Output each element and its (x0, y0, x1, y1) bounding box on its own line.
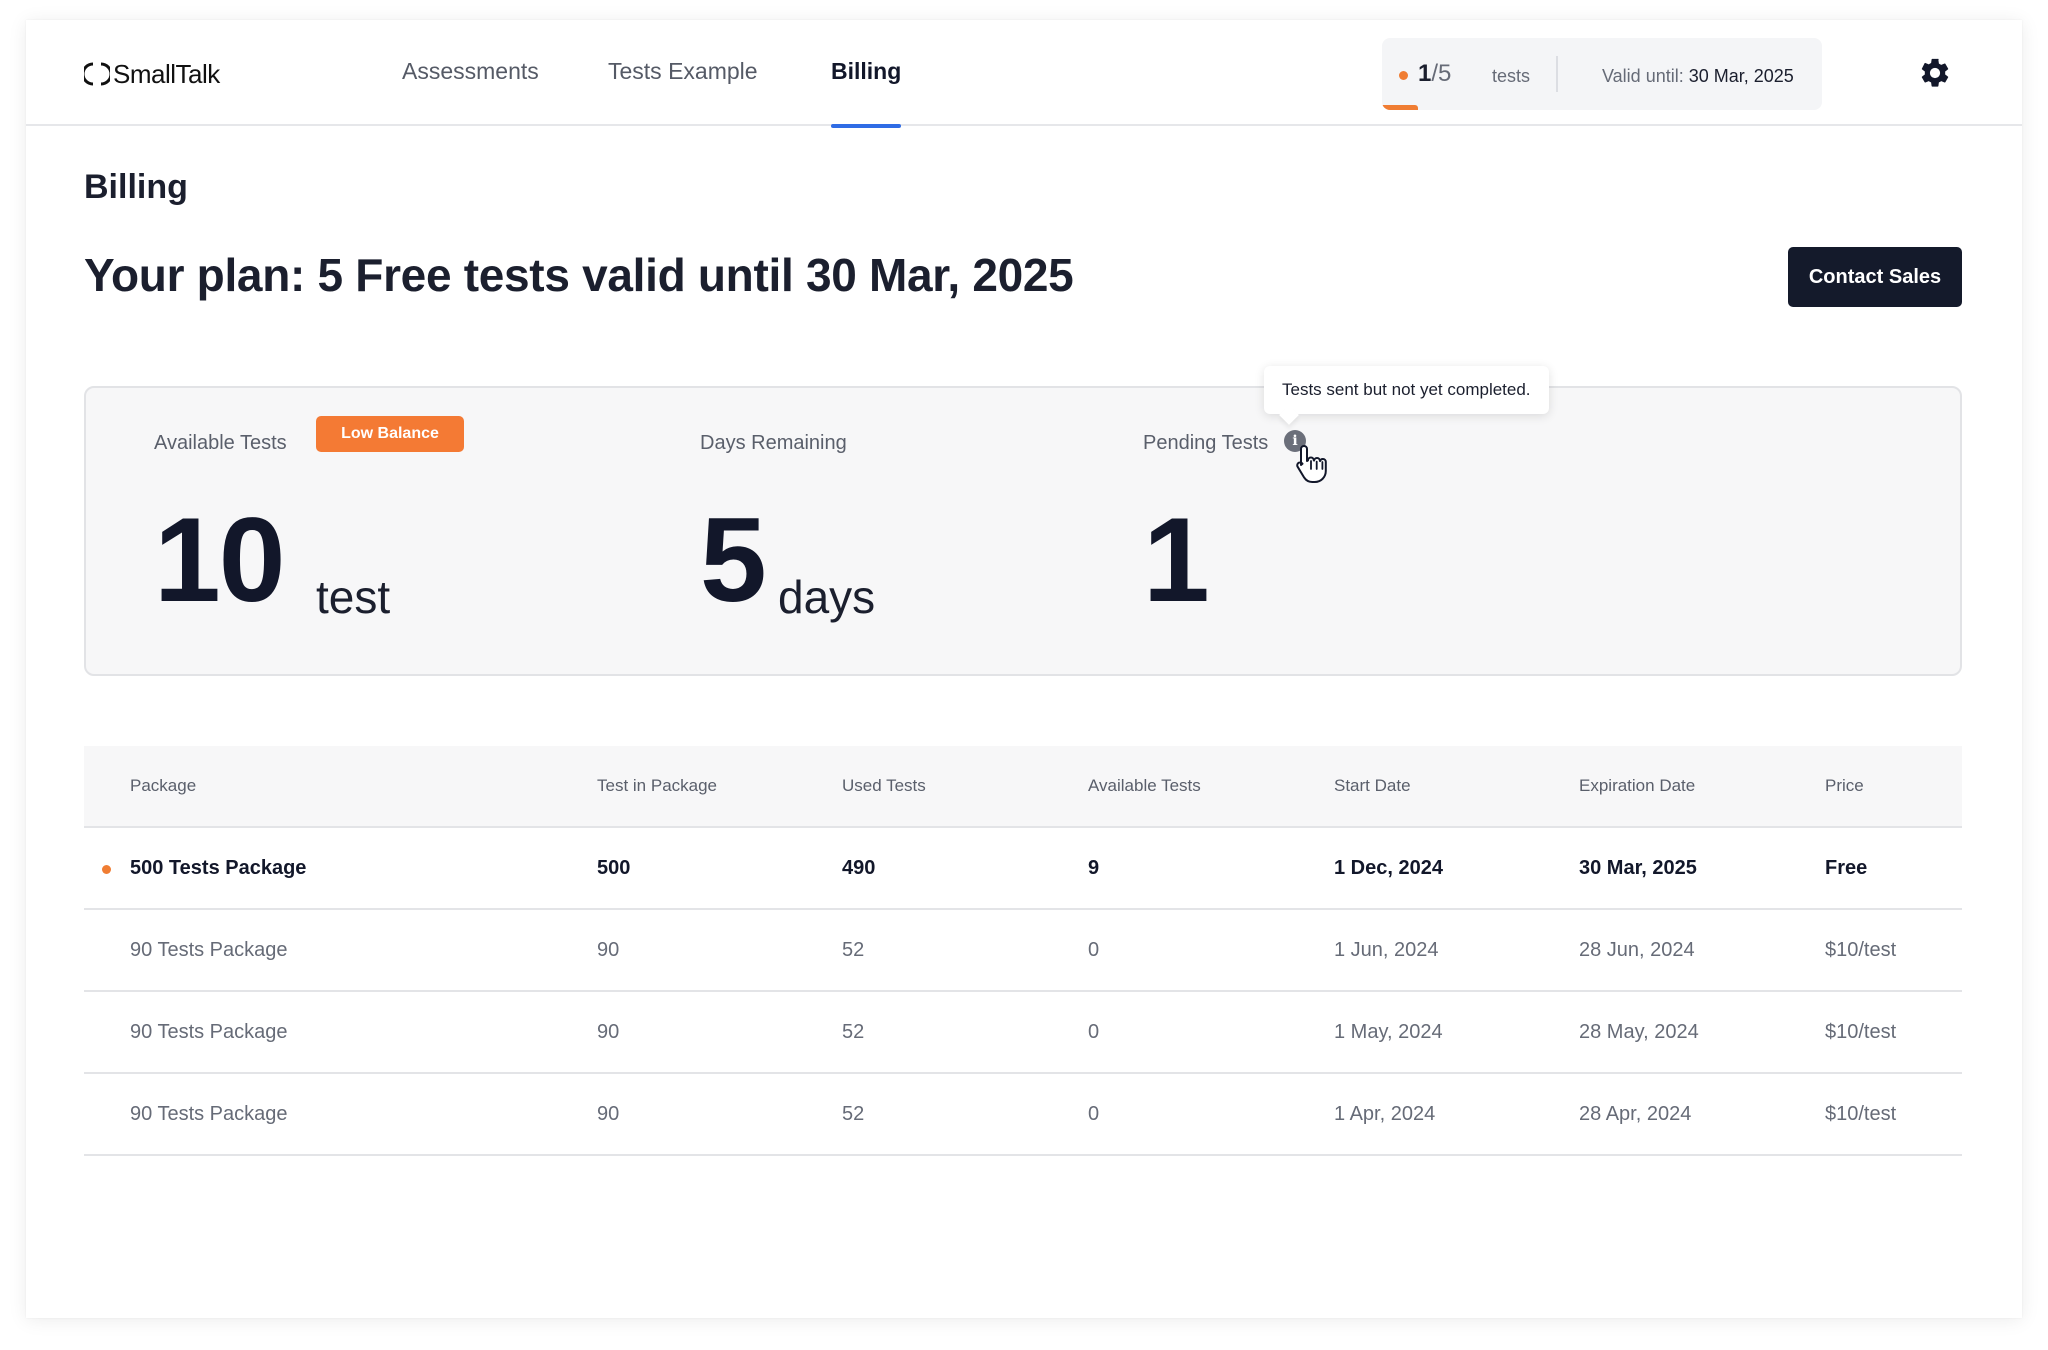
available-tests-unit: test (316, 571, 391, 623)
used-tests: 52 (842, 1020, 865, 1043)
tests-in-package: 90 (597, 1020, 620, 1043)
divider (1556, 56, 1558, 92)
expiration-date: 30 Mar, 2025 (1579, 856, 1697, 879)
usage-status-dot (1399, 71, 1408, 80)
app-logo[interactable]: SmallTalk (84, 58, 220, 90)
available-tests: 0 (1088, 1020, 1100, 1043)
price: Free (1825, 856, 1868, 879)
column-header-used-tests[interactable]: Used Tests (842, 746, 926, 826)
active-package-dot (102, 865, 111, 874)
table-row[interactable]: 90 Tests Package 90 52 0 1 Jun, 2024 28 … (84, 910, 1962, 992)
table-header: Package Test in Package Used Tests Avail… (84, 746, 1962, 828)
app-window: SmallTalk Assessments Tests Example Bill… (26, 20, 2022, 1318)
stats-card: Available Tests Low Balance 10 test Days… (84, 386, 1962, 676)
used-tests: 52 (842, 1102, 865, 1125)
active-tab-indicator (831, 124, 902, 128)
column-header-expiration-date[interactable]: Expiration Date (1579, 746, 1695, 826)
pending-tests-tooltip: Tests sent but not yet completed. (1264, 366, 1549, 414)
usage-summary: 1/5 tests Valid until: 30 Mar, 2025 (1382, 38, 1822, 110)
days-remaining-value: 5 (700, 493, 767, 627)
usage-unit: tests (1492, 66, 1531, 86)
smalltalk-logo-icon (84, 62, 110, 86)
app-name: SmallTalk (113, 58, 220, 89)
tab-billing[interactable]: Billing (831, 58, 902, 128)
tab-tests-example[interactable]: Tests Example (608, 58, 758, 126)
available-tests: 0 (1088, 1102, 1100, 1125)
column-header-available-tests[interactable]: Available Tests (1088, 746, 1201, 826)
tab-label: Billing (831, 58, 902, 84)
pending-tests-value: 1 (1143, 493, 1210, 627)
tab-label: Tests Example (608, 58, 758, 84)
contact-sales-button[interactable]: Contact Sales (1788, 247, 1962, 307)
usage-valid-until: Valid until: 30 Mar, 2025 (1602, 66, 1794, 87)
valid-date: 30 Mar, 2025 (1688, 66, 1794, 86)
price: $10/test (1825, 1102, 1897, 1125)
price: $10/test (1825, 938, 1897, 961)
table-row[interactable]: 90 Tests Package 90 52 0 1 Apr, 2024 28 … (84, 1074, 1962, 1156)
price: $10/test (1825, 1020, 1897, 1043)
column-header-package[interactable]: Package (130, 746, 196, 826)
days-remaining-unit: days (778, 571, 876, 623)
tests-in-package: 90 (597, 1102, 620, 1125)
low-balance-badge: Low Balance (316, 416, 464, 452)
table-row[interactable]: 500 Tests Package 500 490 9 1 Dec, 2024 … (84, 828, 1962, 910)
available-tests-label: Available Tests (154, 432, 287, 454)
start-date: 1 Dec, 2024 (1334, 856, 1443, 879)
expiration-date: 28 Apr, 2024 (1579, 1102, 1692, 1125)
usage-used: 1 (1418, 60, 1432, 87)
column-header-start-date[interactable]: Start Date (1334, 746, 1411, 826)
available-tests-value: 10 (154, 493, 285, 627)
package-name: 90 Tests Package (130, 1102, 288, 1125)
tests-in-package: 500 (597, 856, 631, 879)
used-tests: 490 (842, 856, 876, 879)
start-date: 1 Jun, 2024 (1334, 938, 1439, 961)
column-header-price[interactable]: Price (1825, 746, 1864, 826)
package-name: 500 Tests Package (130, 856, 307, 879)
usage-progress-bar (1382, 105, 1418, 110)
available-tests: 9 (1088, 856, 1100, 879)
expiration-date: 28 May, 2024 (1579, 1020, 1699, 1043)
page-title: Billing (84, 168, 188, 206)
used-tests: 52 (842, 938, 865, 961)
package-name: 90 Tests Package (130, 1020, 288, 1043)
packages-table: Package Test in Package Used Tests Avail… (84, 746, 1962, 1156)
top-nav: SmallTalk Assessments Tests Example Bill… (26, 20, 2022, 128)
package-name: 90 Tests Package (130, 938, 288, 961)
days-remaining-label: Days Remaining (700, 432, 847, 454)
start-date: 1 May, 2024 (1334, 1020, 1443, 1043)
gear-icon[interactable] (1918, 56, 1952, 90)
pending-tests-label: Pending Tests (1143, 432, 1269, 454)
start-date: 1 Apr, 2024 (1334, 1102, 1436, 1125)
expiration-date: 28 Jun, 2024 (1579, 938, 1695, 961)
hand-pointer-icon (1296, 445, 1327, 483)
plan-summary: Your plan: 5 Free tests valid until 30 M… (84, 249, 1074, 301)
tab-label: Assessments (402, 58, 539, 84)
column-header-test-in-package[interactable]: Test in Package (597, 746, 717, 826)
valid-label: Valid until: (1602, 66, 1684, 86)
table-row[interactable]: 90 Tests Package 90 52 0 1 May, 2024 28 … (84, 992, 1962, 1074)
tests-in-package: 90 (597, 938, 620, 961)
available-tests: 0 (1088, 938, 1100, 961)
usage-total: 5 (1438, 60, 1452, 87)
tab-assessments[interactable]: Assessments (402, 58, 539, 126)
usage-count: 1/5 (1418, 60, 1452, 87)
